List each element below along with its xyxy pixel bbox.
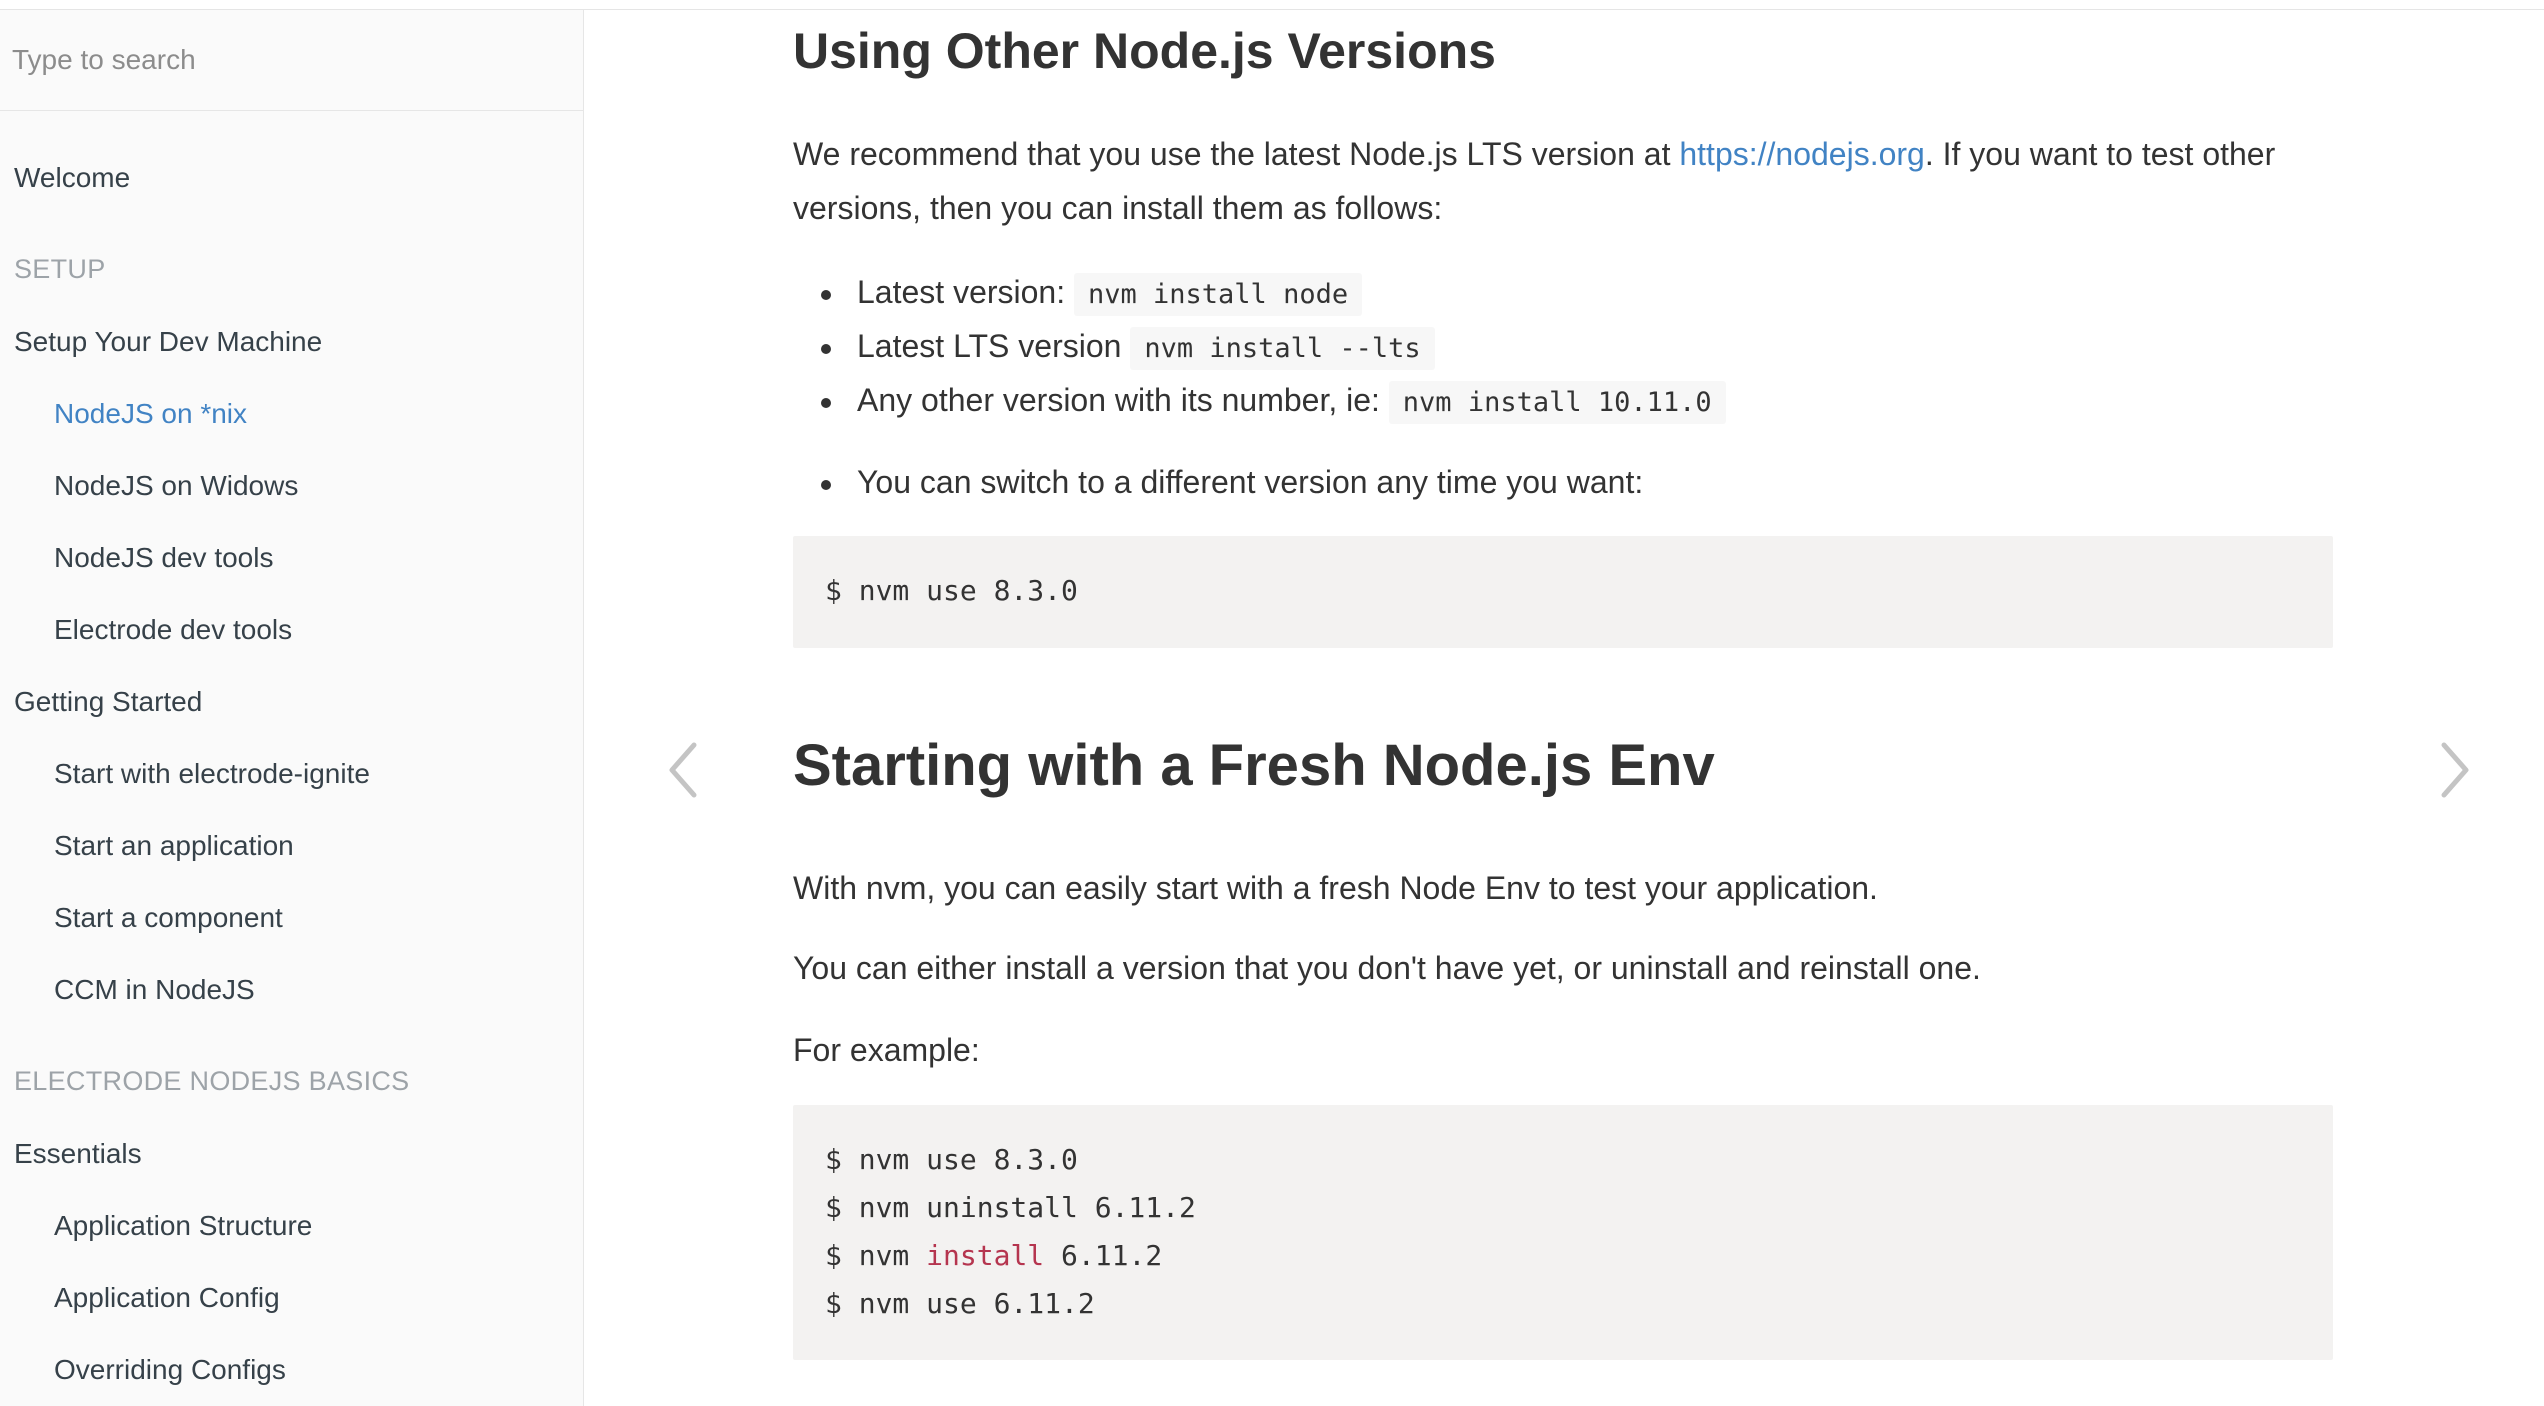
main-content: Using Other Node.js Versions We recommen… [584, 10, 2544, 1406]
paragraph: For example: [793, 1032, 980, 1068]
chevron-left-icon [669, 742, 697, 798]
sidebar-item-essentials[interactable]: Essentials [14, 1138, 142, 1170]
code-line: $ nvm use 8.3.0 [825, 574, 1078, 607]
sidebar-item-electrode-dev-tools[interactable]: Electrode dev tools [54, 614, 292, 646]
paragraph: You can either install a version that yo… [793, 950, 1981, 986]
sidebar-item-nodejs-dev-tools[interactable]: NodeJS dev tools [54, 542, 273, 574]
sidebar-item-setup-dev-machine[interactable]: Setup Your Dev Machine [14, 326, 322, 358]
section-title-other-versions: Using Other Node.js Versions [793, 23, 1496, 79]
code-block-nvm-use: $ nvm use 8.3.0 [793, 536, 2333, 648]
sidebar-item-ccm-nodejs[interactable]: CCM in NodeJS [54, 974, 255, 1006]
code-text: 6.11.2 [1044, 1239, 1163, 1272]
sidebar-item-application-config[interactable]: Application Config [54, 1282, 280, 1314]
code-block-example: $ nvm use 8.3.0 $ nvm uninstall 6.11.2 $… [793, 1105, 2333, 1360]
intro-paragraph: We recommend that you use the latest Nod… [793, 127, 2333, 235]
sidebar-item-start-electrode-ignite[interactable]: Start with electrode-ignite [54, 758, 370, 790]
code-text: $ nvm use 6.11.2 [825, 1287, 1095, 1320]
code-line: $ nvm use 6.11.2 [825, 1287, 1095, 1320]
list-item-text: Latest version: [857, 274, 1074, 310]
search-box [0, 10, 583, 111]
sidebar-item-getting-started[interactable]: Getting Started [14, 686, 202, 718]
code-line: $ nvm use 8.3.0 [825, 1143, 1078, 1176]
previous-page-button[interactable] [654, 730, 714, 810]
sidebar-header-basics: ELECTRODE NODEJS BASICS [14, 1066, 410, 1096]
sidebar-item-overriding-configs[interactable]: Overriding Configs [54, 1354, 286, 1386]
section-title-fresh-env: Starting with a Fresh Node.js Env [793, 733, 1715, 798]
intro-text: We recommend that you use the latest Nod… [793, 136, 1680, 172]
code-keyword: install [926, 1239, 1045, 1272]
search-input[interactable] [0, 10, 583, 110]
code-text: $ nvm use 8.3.0 [825, 1143, 1078, 1176]
top-border [0, 0, 2544, 10]
sidebar-header-setup: SETUP [14, 254, 106, 284]
sidebar: Welcome SETUP Setup Your Dev Machine Nod… [0, 10, 584, 1406]
sidebar-item-start-application[interactable]: Start an application [54, 830, 294, 862]
paragraph: With nvm, you can easily start with a fr… [793, 870, 1878, 906]
sidebar-item-nodejs-windows[interactable]: NodeJS on Widows [54, 470, 298, 502]
code-text: $ nvm uninstall 6.11.2 [825, 1191, 1196, 1224]
chevron-right-icon [2441, 742, 2469, 798]
bullet-icon [821, 480, 831, 490]
list-item-text: You can switch to a different version an… [857, 464, 1644, 500]
bullet-icon [821, 398, 831, 408]
sidebar-item-application-structure[interactable]: Application Structure [54, 1210, 312, 1242]
inline-code: nvm install node [1074, 273, 1363, 316]
next-page-button[interactable] [2424, 730, 2484, 810]
nodejs-link[interactable]: https://nodejs.org [1679, 136, 1924, 172]
list-item-text: Any other version with its number, ie: [857, 382, 1389, 418]
list-item-text: Latest LTS version [857, 328, 1131, 364]
sidebar-item-start-component[interactable]: Start a component [54, 902, 283, 934]
code-line: $ nvm install 6.11.2 [825, 1239, 1162, 1272]
bullet-icon [821, 344, 831, 354]
bullet-icon [821, 290, 831, 300]
sidebar-item-nodejs-nix[interactable]: NodeJS on *nix [54, 398, 247, 430]
sidebar-item-welcome[interactable]: Welcome [14, 162, 130, 194]
code-text: $ nvm [825, 1239, 927, 1272]
inline-code: nvm install --lts [1130, 327, 1435, 370]
code-line: $ nvm uninstall 6.11.2 [825, 1191, 1196, 1224]
inline-code: nvm install 10.11.0 [1388, 381, 1726, 424]
